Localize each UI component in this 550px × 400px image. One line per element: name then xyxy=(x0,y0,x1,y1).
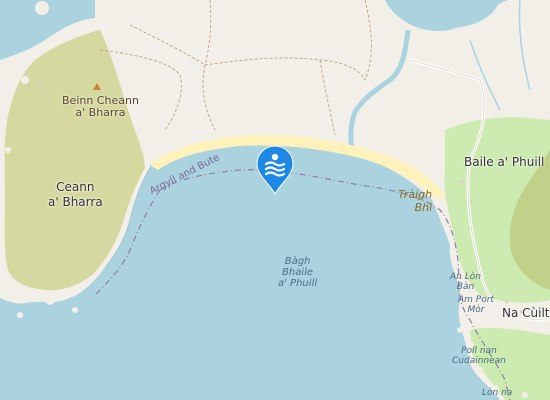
beach-label: Tràigh Bhì xyxy=(398,188,433,214)
lon-na-label: Lòn na xyxy=(482,388,513,398)
hill-label: Beinn Cheann a' Bharra xyxy=(62,94,139,119)
poll-nan-cudainnean-label: Poll nan Cudainnean xyxy=(452,346,506,366)
na-cuiltean-label: Na Cùiltean xyxy=(502,306,550,320)
map-viewport[interactable]: Beinn Cheann a' Bharra Ceann a' Bharra B… xyxy=(0,0,550,400)
am-port-mor-label: Am Port Mòr xyxy=(458,295,494,315)
an-lon-ban-label: An Lòn Bàn xyxy=(450,272,481,292)
swimming-icon xyxy=(256,145,294,196)
bay-label: Bàgh Bhaile a' Phuill xyxy=(278,256,318,289)
village-label: Baile a' Phuill xyxy=(464,155,545,169)
town-label: Ceann a' Bharra xyxy=(48,180,103,209)
swimming-marker[interactable] xyxy=(255,145,295,199)
